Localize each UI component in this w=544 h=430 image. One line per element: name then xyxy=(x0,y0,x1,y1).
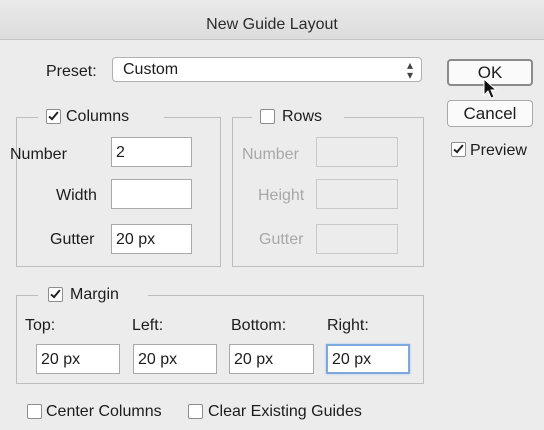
columns-legend: Columns xyxy=(38,106,164,128)
margin-legend: Margin xyxy=(38,284,148,306)
columns-number-input[interactable]: 2 xyxy=(111,137,192,167)
margin-bottom-input[interactable]: 20 px xyxy=(229,344,314,374)
clear-guides-label: Clear Existing Guides xyxy=(208,403,362,420)
preset-select[interactable]: Custom ▴ ▾ xyxy=(112,57,422,82)
preset-label: Preset: xyxy=(46,63,97,80)
margin-bottom-label: Bottom: xyxy=(231,317,287,334)
margin-right-label: Right: xyxy=(327,317,369,334)
columns-label: Columns xyxy=(66,108,130,125)
dialog-title: New Guide Layout xyxy=(206,16,338,33)
preview-label: Preview xyxy=(470,142,527,159)
checkmark-icon xyxy=(50,287,61,299)
center-columns-checkbox[interactable] xyxy=(27,404,42,419)
columns-gutter-input[interactable]: 20 px xyxy=(111,224,192,254)
preset-value: Custom xyxy=(123,61,179,78)
columns-width-input[interactable] xyxy=(111,179,192,209)
checkmark-icon xyxy=(48,109,59,121)
clear-guides-checkbox[interactable] xyxy=(188,404,203,419)
columns-number-label: Number xyxy=(10,146,67,163)
center-columns-label: Center Columns xyxy=(46,403,162,420)
rows-gutter-label: Gutter xyxy=(259,231,304,248)
checkmark-icon xyxy=(453,142,464,154)
rows-label: Rows xyxy=(282,108,323,125)
margin-right-input[interactable]: 20 px xyxy=(326,344,410,374)
cancel-button[interactable]: Cancel xyxy=(447,100,533,127)
columns-width-label: Width xyxy=(56,187,97,204)
rows-height-label: Height xyxy=(258,187,305,204)
mouse-pointer-icon xyxy=(483,78,497,99)
rows-height-input[interactable] xyxy=(316,179,398,209)
updown-arrows-icon: ▴ ▾ xyxy=(406,58,413,82)
rows-gutter-input[interactable] xyxy=(316,224,398,254)
margin-top-label: Top: xyxy=(25,317,56,334)
columns-gutter-label: Gutter xyxy=(50,231,95,248)
title-bar: New Guide Layout xyxy=(0,0,544,40)
margin-top-input[interactable]: 20 px xyxy=(36,344,120,374)
margin-left-input[interactable]: 20 px xyxy=(133,344,217,374)
columns-checkbox[interactable] xyxy=(46,109,61,124)
margin-label: Margin xyxy=(70,286,119,303)
rows-number-input[interactable] xyxy=(316,137,398,167)
rows-legend: Rows xyxy=(252,106,344,128)
margin-left-label: Left: xyxy=(132,317,164,334)
rows-checkbox[interactable] xyxy=(260,109,275,124)
rows-number-label: Number xyxy=(242,146,299,163)
margin-checkbox[interactable] xyxy=(48,287,63,302)
preview-checkbox[interactable] xyxy=(451,142,466,157)
